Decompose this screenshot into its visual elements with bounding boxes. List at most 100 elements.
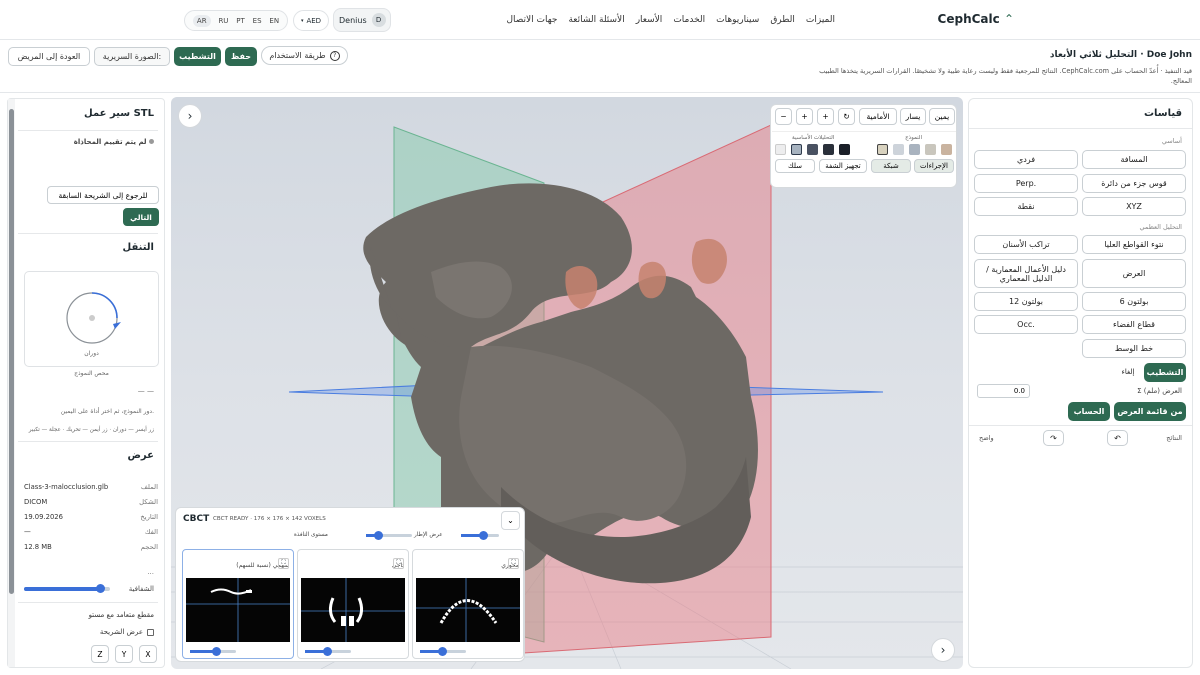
redo-button[interactable]: ↷ (1043, 430, 1064, 446)
user-name: Denius (339, 15, 367, 25)
nav-link[interactable]: الأسئلة الشائعة (568, 15, 624, 25)
sum-width-input[interactable] (977, 384, 1030, 398)
coronal-slice[interactable]: تاجي ⛶ (297, 549, 409, 659)
zoom-fit-button[interactable]: + (817, 108, 834, 125)
xyz-button[interactable]: XYZ (1082, 197, 1186, 216)
slice-view-toggle[interactable]: عرض الشريحة (100, 628, 154, 636)
lang-option[interactable]: EN (269, 17, 279, 25)
space-sector-button[interactable]: قطاع الفضاء (1082, 315, 1186, 334)
color-swatch[interactable] (791, 144, 802, 155)
slice-image[interactable] (416, 578, 520, 642)
back-to-patient-button[interactable]: العودة إلى المريض (8, 47, 90, 66)
color-swatch[interactable] (877, 144, 888, 155)
fullscreen-icon[interactable]: ⛶ (508, 558, 519, 569)
nav-link[interactable]: جهات الاتصال (506, 15, 557, 25)
axis-y-button[interactable]: Y (115, 645, 133, 663)
nav-link[interactable]: سيناريوهات (716, 15, 759, 25)
from-width-list-button[interactable]: من قائمة العرض (1114, 402, 1186, 421)
distance-button[interactable]: المسافة (1082, 150, 1186, 169)
grid-toggle[interactable]: شبكة (871, 159, 911, 173)
zoom-out-button[interactable]: − (775, 108, 792, 125)
lang-option[interactable]: RU (218, 17, 228, 25)
save-button[interactable]: حفظ (225, 47, 257, 66)
scrollbar-track[interactable] (8, 99, 15, 667)
measurements-title: قياسات (1143, 108, 1182, 119)
checkbox[interactable] (147, 628, 154, 636)
bolton-6-button[interactable]: بولتون 6 (1082, 292, 1186, 311)
fullscreen-icon[interactable]: ⛶ (278, 558, 289, 569)
currency-select[interactable]: ▾ AED (293, 10, 329, 31)
slice-slider[interactable] (190, 647, 236, 656)
nav-link[interactable]: الأسعار (636, 15, 663, 25)
sagittal-slice[interactable]: سهمي (نسبة للسهم) ⛶ (182, 549, 294, 659)
color-swatch[interactable] (941, 144, 952, 155)
user-menu[interactable]: Denius D (333, 8, 391, 32)
wire-button[interactable]: سلك (775, 159, 815, 173)
axis-x-button[interactable]: X (139, 645, 157, 663)
collapse-cbct-button[interactable]: ⌄ (501, 511, 520, 530)
front-view-button[interactable]: الأمامية (859, 108, 897, 125)
lang-option[interactable]: ES (253, 17, 262, 25)
procedures-toggle[interactable]: الإجراءات (914, 159, 954, 173)
lang-option[interactable]: PT (236, 17, 245, 25)
top-navbar: CephCalc ⌃ الميزات الطرق سيناريوهات الخد… (0, 0, 1200, 40)
results-label: النتائج (1166, 434, 1182, 442)
expand-panel-button[interactable]: › (178, 104, 202, 128)
orbit-control[interactable]: دوران (24, 271, 159, 367)
clear-button[interactable]: واضح (979, 434, 994, 442)
color-swatch[interactable] (775, 144, 786, 155)
nav-link[interactable]: الميزات (806, 15, 835, 25)
slice-image[interactable] (301, 578, 405, 642)
lip-prep-button[interactable]: تجهيز الشفة (819, 159, 867, 173)
width-button[interactable]: العرض (1082, 259, 1186, 288)
overbite-button[interactable]: تراكب الأسنان (974, 235, 1078, 254)
midline-button[interactable]: خط الوسط (1082, 339, 1186, 358)
usage-guide-button[interactable]: طريقة الاستخدام? (261, 46, 348, 65)
calibration-button[interactable]: التشطيب (174, 47, 221, 66)
index-button[interactable]: دليل الأعمال المعمارية / الدليل المعماري (974, 259, 1078, 288)
slice-slider[interactable] (420, 647, 466, 656)
reset-view-button[interactable]: ↻ (838, 108, 855, 125)
slice-slider[interactable] (305, 647, 351, 656)
occ-button[interactable]: Occ. (974, 315, 1078, 334)
color-swatch[interactable] (823, 144, 834, 155)
calibration-tab[interactable]: التشطيب (1144, 363, 1186, 382)
basic-analysis-label: التحليلات الأساسية (792, 135, 835, 141)
window-width-slider[interactable] (461, 531, 499, 540)
incisor-protrusion-button[interactable]: نتوء القواطع العليا (1082, 235, 1186, 254)
next-view-button[interactable]: › (931, 638, 955, 662)
measure-readout: — — (137, 387, 154, 395)
axial-slice[interactable]: محوري ⛶ (412, 549, 524, 659)
color-swatch[interactable] (909, 144, 920, 155)
color-swatch[interactable] (839, 144, 850, 155)
color-swatch[interactable] (807, 144, 818, 155)
color-swatch[interactable] (925, 144, 936, 155)
axis-z-button[interactable]: Z (91, 645, 109, 663)
nav-link[interactable]: الخدمات (673, 15, 705, 25)
arc-segment-button[interactable]: قوس جزء من دائرة (1082, 174, 1186, 193)
left-view-button[interactable]: يسار (900, 108, 926, 125)
slice-image[interactable] (186, 578, 290, 642)
window-level-slider[interactable] (366, 531, 412, 540)
chevron-down-icon: ⌄ (507, 516, 514, 525)
color-swatch[interactable] (893, 144, 904, 155)
nav-link[interactable]: الطرق (770, 15, 795, 25)
cbct-title: CBCT (183, 514, 210, 524)
single-button[interactable]: فردي (974, 150, 1078, 169)
calculate-button[interactable]: الحساب (1068, 402, 1110, 421)
right-view-button[interactable]: يمين (929, 108, 955, 125)
cancel-tab[interactable]: إلغاء (1116, 363, 1140, 382)
perp-button[interactable]: Perp. (974, 174, 1078, 193)
brand-logo[interactable]: CephCalc ⌃ (938, 12, 1014, 26)
previous-slide-button[interactable]: للرجوع إلى الشريحة السابقة (47, 186, 159, 204)
opacity-slider[interactable] (24, 584, 110, 593)
zoom-in-button[interactable]: + (796, 108, 813, 125)
lang-option[interactable]: AR (192, 14, 211, 27)
scrollbar-thumb[interactable] (9, 109, 14, 594)
point-button[interactable]: نقطة (974, 197, 1078, 216)
clinical-image-button[interactable]: الصورة السريرية: (94, 47, 170, 66)
undo-button[interactable]: ↶ (1107, 430, 1128, 446)
bolton-12-button[interactable]: بولتون 12 (974, 292, 1078, 311)
next-button[interactable]: التالي (123, 208, 159, 226)
fullscreen-icon[interactable]: ⛶ (393, 558, 404, 569)
